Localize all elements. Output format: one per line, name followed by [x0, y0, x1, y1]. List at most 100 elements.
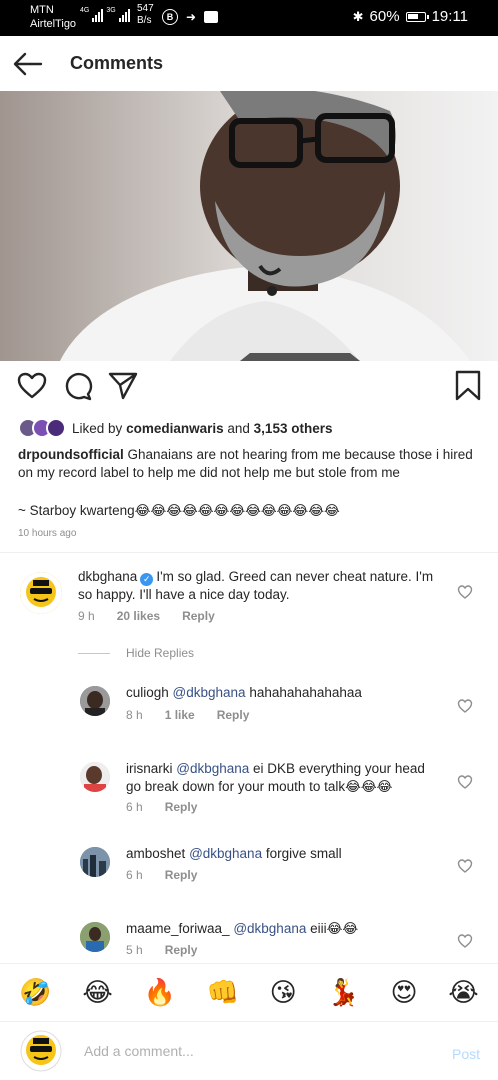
- battery-percent: 60%: [369, 8, 400, 25]
- page-title: Comments: [70, 53, 164, 73]
- emoji-quick-bar: 🤣 😂 🔥 👊 😘 💃 😍 😭: [0, 963, 498, 1021]
- reply-meta: 5 h Reply: [126, 943, 197, 957]
- comments-header: Comments: [0, 36, 498, 91]
- like-comment-heart-icon[interactable]: [457, 584, 473, 600]
- net-type-1: 4G: [80, 7, 90, 14]
- reply-button[interactable]: Reply: [165, 868, 198, 882]
- liker-avatars: [18, 418, 66, 438]
- comment-icon[interactable]: [62, 370, 94, 402]
- notification-icons: B ➜: [162, 9, 219, 25]
- reply-text: irisnarki @dkbghana ei DKB everything yo…: [126, 760, 436, 796]
- reply-button[interactable]: Reply: [165, 943, 198, 957]
- reply-time: 5 h: [126, 943, 143, 957]
- emoji-dancer[interactable]: 💃: [327, 978, 359, 1008]
- like-reply-heart-icon[interactable]: [457, 774, 473, 790]
- liker-username[interactable]: comedianwaris: [126, 421, 224, 436]
- post-timestamp: 10 hours ago: [18, 528, 77, 539]
- carrier-2: AirtelTigo: [30, 18, 77, 30]
- speed-unit: B/s: [137, 15, 152, 26]
- caption-line-2: ~ Starboy kwarteng😂😂😂😂😂😂😂😂😂😂😂😂😂: [18, 503, 340, 518]
- avatar[interactable]: [80, 686, 110, 716]
- reply-time: 6 h: [126, 868, 143, 882]
- avatar[interactable]: [80, 847, 110, 877]
- reply-time: 6 h: [126, 800, 143, 814]
- comment-time: 9 h: [78, 609, 95, 623]
- likes-others[interactable]: 3,153 others: [254, 421, 333, 436]
- reply-button[interactable]: Reply: [182, 609, 215, 623]
- net-type-2: 3G: [106, 7, 116, 14]
- reply-mention[interactable]: @dkbghana: [189, 846, 262, 861]
- back-arrow-icon[interactable]: [12, 50, 44, 78]
- reply-mention[interactable]: @dkbghana: [173, 685, 246, 700]
- bitcoin-icon: B: [162, 9, 178, 25]
- avatar[interactable]: [80, 922, 110, 952]
- reply-meta: 6 h Reply: [126, 800, 197, 814]
- network-speed: 547 B/s: [137, 3, 154, 27]
- comment-likes[interactable]: 20 likes: [117, 609, 160, 623]
- reply-text: amboshet @dkbghana forgive small: [126, 845, 446, 863]
- likes-prefix: Liked by: [72, 420, 123, 436]
- reply-username[interactable]: amboshet: [126, 846, 185, 861]
- reply-text: maame_foriwaa_ @dkbghana eiii😂😂: [126, 920, 446, 938]
- speed-value: 547: [137, 3, 154, 14]
- reply-mention[interactable]: @dkbghana: [233, 921, 306, 936]
- reply-time: 8 h: [126, 708, 143, 722]
- signal-bars-icon: [118, 9, 130, 22]
- carrier-labels: MTN AirtelTigo: [30, 3, 76, 31]
- share-icon[interactable]: [107, 370, 139, 402]
- signal-bars-icon: [92, 9, 104, 22]
- like-reply-heart-icon[interactable]: [457, 858, 473, 874]
- like-reply-heart-icon[interactable]: [457, 698, 473, 714]
- hide-replies-toggle[interactable]: Hide Replies: [78, 646, 194, 660]
- likes-summary[interactable]: Liked by comedianwaris and 3,153 others: [18, 416, 480, 440]
- post-caption: drpoundsofficial Ghanaians are not heari…: [18, 446, 480, 482]
- comment-composer: Post: [0, 1021, 498, 1080]
- post-username[interactable]: drpoundsofficial: [18, 447, 124, 462]
- like-reply-heart-icon[interactable]: [457, 933, 473, 949]
- reply-username[interactable]: irisnarki: [126, 761, 173, 776]
- avatar: [20, 1030, 62, 1072]
- emoji-heart-eyes[interactable]: 😍: [390, 978, 417, 1008]
- comment-meta: 9 h 20 likes Reply: [78, 609, 215, 623]
- bluetooth-icon: ✱: [352, 8, 364, 24]
- post-button[interactable]: Post: [452, 1046, 480, 1062]
- avatar-face: [20, 1030, 62, 1072]
- post-photo[interactable]: [0, 91, 498, 361]
- reply-likes[interactable]: 1 like: [165, 708, 195, 722]
- reply-mention[interactable]: @dkbghana: [176, 761, 249, 776]
- avatar-photo: [80, 686, 110, 716]
- clock: 19:11: [431, 8, 468, 25]
- reply-body: forgive small: [262, 846, 342, 861]
- reply-username[interactable]: culiogh: [126, 685, 169, 700]
- emoji-kiss[interactable]: 😘: [270, 978, 297, 1008]
- message-icon: [204, 11, 219, 23]
- signal-icons: 4G 3G: [80, 7, 130, 22]
- status-right: ✱ 60% 19:11: [353, 8, 468, 25]
- reply-text: culiogh @dkbghana hahahahahahahaa: [126, 684, 446, 702]
- hide-replies-label: Hide Replies: [126, 646, 195, 660]
- reply-button[interactable]: Reply: [165, 800, 198, 814]
- reply-body: eiii😂😂: [306, 921, 359, 936]
- reply-meta: 6 h Reply: [126, 868, 197, 882]
- reply-meta: 8 h 1 like Reply: [126, 708, 249, 722]
- emoji-joy[interactable]: 😂: [82, 978, 112, 1008]
- heart-icon[interactable]: [16, 370, 48, 402]
- comment-username[interactable]: dkbghana: [78, 569, 137, 584]
- emoji-fist[interactable]: 👊: [207, 978, 239, 1008]
- comment-input[interactable]: [84, 1040, 424, 1062]
- avatar[interactable]: [20, 572, 62, 614]
- avatar-photo: [80, 922, 110, 952]
- bookmark-icon[interactable]: [452, 370, 484, 402]
- carrier-1: MTN: [30, 4, 54, 16]
- emoji-rofl[interactable]: 🤣: [19, 978, 51, 1008]
- avatar-photo: [80, 762, 110, 792]
- post-actions: [0, 370, 498, 406]
- reply-button[interactable]: Reply: [217, 708, 250, 722]
- verified-badge-icon: ✓: [140, 573, 154, 586]
- avatar-face: [20, 572, 62, 614]
- emoji-sob[interactable]: 😭: [448, 978, 478, 1008]
- avatar[interactable]: [80, 762, 110, 792]
- likes-joiner: and: [227, 420, 250, 436]
- emoji-fire[interactable]: 🔥: [143, 978, 175, 1008]
- reply-username[interactable]: maame_foriwaa_: [126, 921, 230, 936]
